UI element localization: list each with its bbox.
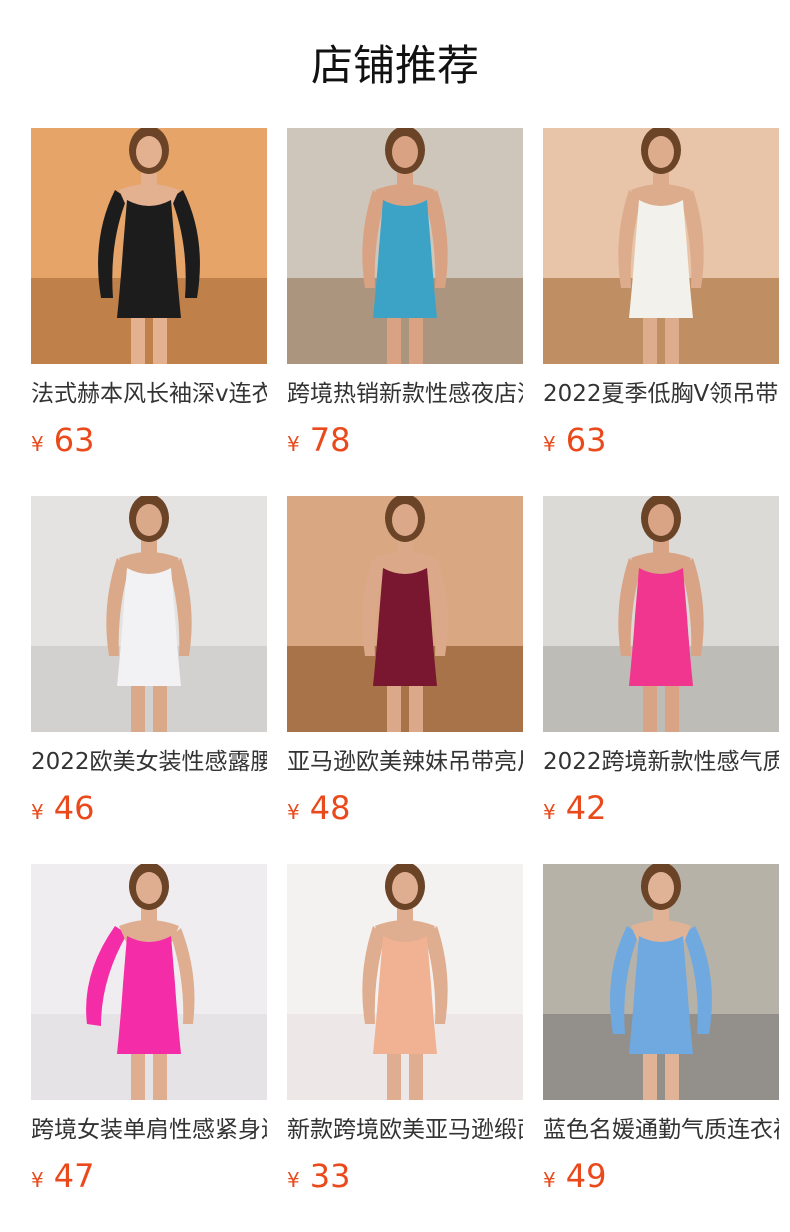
product-price: ¥49 bbox=[543, 1156, 779, 1196]
product-photo bbox=[287, 864, 523, 1100]
product-photo bbox=[543, 128, 779, 364]
price-amount: 46 bbox=[53, 789, 95, 827]
product-image[interactable] bbox=[543, 864, 779, 1100]
product-card[interactable]: 蓝色名媛通勤气质连衣裙 ¥49 bbox=[543, 864, 779, 1196]
product-card[interactable]: 2022夏季低胸V领吊带流苏裙 ¥63 bbox=[543, 128, 779, 460]
product-price: ¥63 bbox=[31, 420, 267, 460]
currency-symbol: ¥ bbox=[31, 800, 44, 824]
currency-symbol: ¥ bbox=[31, 1168, 44, 1192]
product-photo bbox=[31, 128, 267, 364]
price-amount: 48 bbox=[309, 789, 351, 827]
product-photo bbox=[543, 496, 779, 732]
currency-symbol: ¥ bbox=[287, 800, 300, 824]
product-image[interactable] bbox=[287, 864, 523, 1100]
product-photo bbox=[31, 864, 267, 1100]
product-card[interactable]: 法式赫本风长袖深v连衣裙 ¥63 bbox=[31, 128, 267, 460]
currency-symbol: ¥ bbox=[543, 1168, 556, 1192]
product-name[interactable]: 2022夏季低胸V领吊带流苏裙 bbox=[543, 378, 779, 410]
product-image[interactable] bbox=[287, 128, 523, 364]
currency-symbol: ¥ bbox=[287, 1168, 300, 1192]
product-name[interactable]: 跨境热销新款性感夜店流苏裙 bbox=[287, 378, 523, 410]
price-amount: 33 bbox=[309, 1157, 351, 1195]
product-price: ¥46 bbox=[31, 788, 267, 828]
product-image[interactable] bbox=[287, 496, 523, 732]
price-amount: 49 bbox=[565, 1157, 607, 1195]
product-price: ¥47 bbox=[31, 1156, 267, 1196]
product-grid: 法式赫本风长袖深v连衣裙 ¥63 跨境热销新款性感夜店流苏裙 ¥78 2022夏… bbox=[0, 128, 790, 1232]
page-title: 店铺推荐 bbox=[310, 41, 479, 90]
product-photo bbox=[543, 864, 779, 1100]
product-image[interactable] bbox=[31, 128, 267, 364]
product-photo bbox=[31, 496, 267, 732]
product-image[interactable] bbox=[543, 128, 779, 364]
product-card[interactable]: 跨境女装单肩性感紧身连衣裙 ¥47 bbox=[31, 864, 267, 1196]
product-price: ¥48 bbox=[287, 788, 523, 828]
price-amount: 63 bbox=[53, 421, 95, 459]
product-card[interactable]: 2022跨境新款性感气质吊带长裙 ¥42 bbox=[543, 496, 779, 828]
product-card[interactable]: 新款跨境欧美亚马逊缎面吊带裙 ¥33 bbox=[287, 864, 523, 1196]
product-price: ¥78 bbox=[287, 420, 523, 460]
product-price: ¥33 bbox=[287, 1156, 523, 1196]
product-name[interactable]: 亚马逊欧美辣妹吊带亮片连衣裙 bbox=[287, 746, 523, 778]
price-amount: 47 bbox=[53, 1157, 95, 1195]
product-image[interactable] bbox=[31, 864, 267, 1100]
product-image[interactable] bbox=[31, 496, 267, 732]
price-amount: 78 bbox=[309, 421, 351, 459]
product-name[interactable]: 2022跨境新款性感气质吊带长裙 bbox=[543, 746, 779, 778]
currency-symbol: ¥ bbox=[543, 800, 556, 824]
product-photo bbox=[287, 496, 523, 732]
currency-symbol: ¥ bbox=[287, 432, 300, 456]
currency-symbol: ¥ bbox=[543, 432, 556, 456]
product-card[interactable]: 跨境热销新款性感夜店流苏裙 ¥78 bbox=[287, 128, 523, 460]
product-price: ¥42 bbox=[543, 788, 779, 828]
product-card[interactable]: 亚马逊欧美辣妹吊带亮片连衣裙 ¥48 bbox=[287, 496, 523, 828]
product-name[interactable]: 跨境女装单肩性感紧身连衣裙 bbox=[31, 1114, 267, 1146]
product-card[interactable]: 2022欧美女装性感露腰挂脖亮片裙 ¥46 bbox=[31, 496, 267, 828]
product-photo bbox=[287, 128, 523, 364]
product-name[interactable]: 2022欧美女装性感露腰挂脖亮片裙 bbox=[31, 746, 267, 778]
currency-symbol: ¥ bbox=[31, 432, 44, 456]
price-amount: 42 bbox=[565, 789, 607, 827]
product-name[interactable]: 蓝色名媛通勤气质连衣裙 bbox=[543, 1114, 779, 1146]
product-name[interactable]: 法式赫本风长袖深v连衣裙 bbox=[31, 378, 267, 410]
product-image[interactable] bbox=[543, 496, 779, 732]
product-name[interactable]: 新款跨境欧美亚马逊缎面吊带裙 bbox=[287, 1114, 523, 1146]
price-amount: 63 bbox=[565, 421, 607, 459]
product-price: ¥63 bbox=[543, 420, 779, 460]
